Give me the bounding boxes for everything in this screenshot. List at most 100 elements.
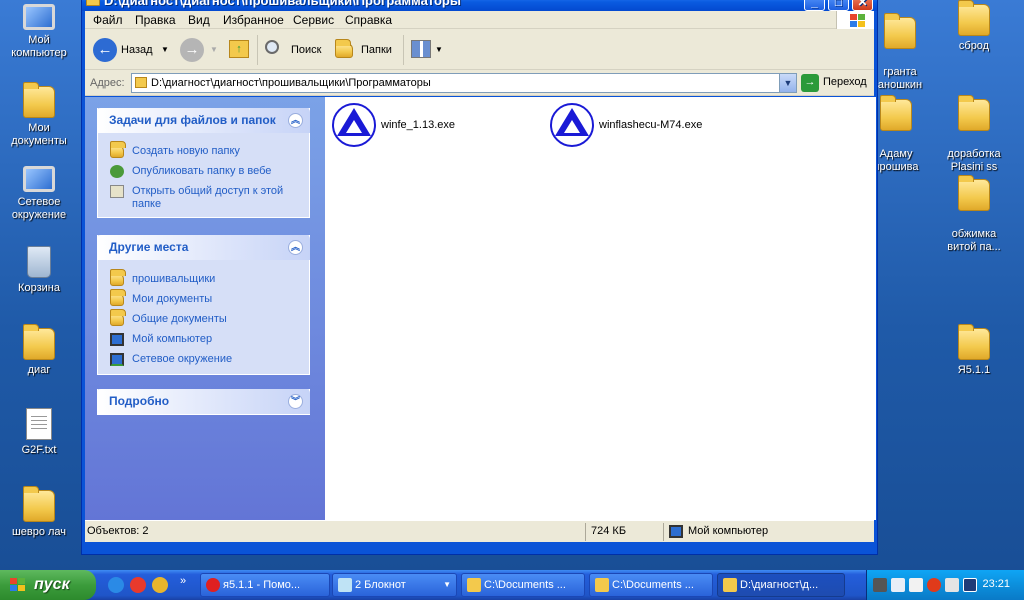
search-button[interactable]: Поиск <box>263 37 327 63</box>
folder-icon <box>595 578 609 592</box>
address-bar: Адрес: D:\диагност\диагност\прошивальщик… <box>85 70 874 96</box>
desktop-icon-sbrod[interactable]: сброд <box>936 0 1012 53</box>
status-size: 724 КБ <box>591 525 627 537</box>
documents-folder-icon <box>23 82 55 118</box>
views-button[interactable]: ▼ <box>409 37 443 63</box>
shared-folder-icon <box>110 309 126 326</box>
folder-icon <box>86 0 100 6</box>
explorer-window: D:\диагност\диагност\прошивальщики\Прогр… <box>81 0 878 555</box>
start-label: пуск <box>34 576 70 593</box>
folder-icon <box>958 95 990 131</box>
new-folder-icon <box>110 141 126 158</box>
desktop-icon-label: Сетевое окружение <box>11 196 67 221</box>
desktop-icon-my-documents[interactable]: Мои документы <box>1 82 77 148</box>
close-button[interactable]: ✕ <box>852 0 873 11</box>
desktop-icon-shevro[interactable]: шевро лач <box>1 486 77 539</box>
file-name: winflashecu-M74.exe <box>599 119 703 131</box>
taskbar: пуск » я5.1.1 - Помо... 2 Блокнот ▼ C:\D… <box>0 570 1024 600</box>
desktop-icon-label: обжимка витой па... <box>947 228 1001 253</box>
task-documents-1[interactable]: C:\Documents ... <box>461 573 585 597</box>
menu-favorites[interactable]: Избранное <box>223 13 284 27</box>
volume-icon[interactable] <box>891 578 905 592</box>
collapse-icon[interactable]: ︽ <box>288 240 303 255</box>
notepad-icon <box>338 578 352 592</box>
folder-icon <box>23 486 55 522</box>
internet-explorer-icon[interactable] <box>108 577 124 593</box>
panel-header[interactable]: Другие места ︽ <box>97 235 310 260</box>
desktop-icon-recycle-bin[interactable]: Корзина <box>1 246 77 295</box>
back-button[interactable]: ← Назад ▼ <box>93 37 169 63</box>
collapse-icon[interactable]: ︽ <box>288 113 303 128</box>
task-documents-2[interactable]: C:\Documents ... <box>589 573 713 597</box>
recycle-bin-icon <box>27 246 51 278</box>
desktop-icon-label: диаг <box>27 364 51 376</box>
desktop-icon-ya511[interactable]: Я5.1.1 <box>936 324 1012 377</box>
task-notepad[interactable]: 2 Блокнот ▼ <box>332 573 457 597</box>
chevron-down-icon[interactable]: ▼ <box>161 37 169 63</box>
alert-icon[interactable] <box>927 578 941 592</box>
menu-edit[interactable]: Правка <box>135 13 176 27</box>
panel-header[interactable]: Подробно ︾ <box>97 389 310 414</box>
desktop-icon-network[interactable]: Сетевое окружение <box>1 166 77 222</box>
maximize-button[interactable]: □ <box>828 0 849 11</box>
display-icon[interactable] <box>963 578 977 592</box>
chevron-down-icon[interactable]: ▼ <box>210 37 218 63</box>
desktop-icon-g2f[interactable]: G2F.txt <box>1 408 77 457</box>
chevron-more-icon[interactable]: » <box>180 575 186 587</box>
minimize-button[interactable]: _ <box>804 0 825 11</box>
panel-header[interactable]: Задачи для файлов и папок ︽ <box>97 108 310 133</box>
folder-icon <box>723 578 737 592</box>
folder-icon <box>958 324 990 360</box>
menu-help[interactable]: Справка <box>345 13 392 27</box>
chrome-icon[interactable] <box>152 577 168 593</box>
folder-icon <box>884 13 916 49</box>
chevron-down-icon[interactable]: ▼ <box>779 74 796 92</box>
menu-tools[interactable]: Сервис <box>293 13 334 27</box>
desktop-icon-label: G2F.txt <box>21 444 57 456</box>
title-bar[interactable]: D:\диагност\диагност\прошивальщики\Прогр… <box>82 0 877 11</box>
toolbar-separator <box>403 35 404 65</box>
search-icon <box>265 40 279 54</box>
up-folder-button[interactable]: ↑ <box>229 37 253 63</box>
tray-network-icon[interactable] <box>873 578 887 592</box>
folders-button[interactable]: Папки <box>333 37 399 63</box>
up-folder-icon: ↑ <box>229 40 249 58</box>
monitor-icon <box>23 4 55 30</box>
chevron-down-icon: ▼ <box>435 45 443 54</box>
system-tray: 23:21 <box>866 570 1024 600</box>
folder-icon <box>958 0 990 36</box>
file-tasks-panel: Задачи для файлов и папок ︽ Создать нову… <box>97 108 310 218</box>
status-location: Мой компьютер <box>688 525 769 537</box>
opera-icon <box>206 578 220 592</box>
file-name: winfe_1.13.exe <box>381 119 455 131</box>
folder-icon <box>110 269 126 286</box>
desktop-icon-diag[interactable]: диаг <box>1 324 77 377</box>
power-icon[interactable] <box>909 578 923 592</box>
file-list[interactable]: winfe_1.13.exe winflashecu-M74.exe <box>325 97 876 520</box>
folders-icon <box>335 39 353 58</box>
pen-icon[interactable] <box>945 578 959 592</box>
status-bar: Объектов: 2 724 КБ Мой компьютер <box>85 520 874 542</box>
task-explorer-active[interactable]: D:\диагност\д... <box>717 573 845 597</box>
folder-icon <box>135 77 147 88</box>
expand-icon[interactable]: ︾ <box>288 394 303 409</box>
start-button[interactable]: пуск <box>0 570 96 600</box>
monitor-icon <box>110 333 124 346</box>
clock[interactable]: 23:21 <box>982 578 1010 590</box>
menu-file[interactable]: Файл <box>93 13 123 27</box>
documents-folder-icon <box>110 289 126 306</box>
task-pane: Задачи для файлов и папок ︽ Создать нову… <box>85 97 325 520</box>
windows-logo-icon <box>10 578 26 592</box>
desktop-icon-my-computer[interactable]: Мой компьютер <box>1 4 77 60</box>
yandex-browser-icon[interactable] <box>130 577 146 593</box>
menu-view[interactable]: Вид <box>188 13 210 27</box>
desktop-icon-obzhimka[interactable]: обжимка витой па... <box>936 166 1012 267</box>
status-objects: Объектов: 2 <box>87 525 149 537</box>
chevron-down-icon: ▼ <box>443 580 451 589</box>
window-title: D:\диагност\диагност\прошивальщики\Прогр… <box>104 0 461 8</box>
forward-button[interactable]: → ▼ <box>180 37 220 63</box>
address-input[interactable]: D:\диагност\диагност\прошивальщики\Прогр… <box>131 73 797 93</box>
task-help[interactable]: я5.1.1 - Помо... <box>200 573 330 597</box>
desktop-icon-label: Мой компьютер <box>11 34 67 59</box>
publish-web-icon <box>110 165 124 178</box>
